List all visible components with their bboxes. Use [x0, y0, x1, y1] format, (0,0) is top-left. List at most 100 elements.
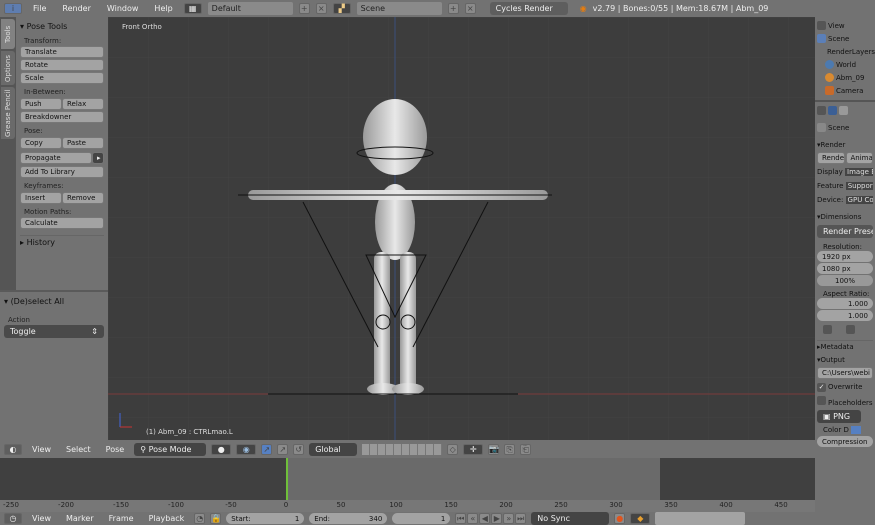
aspect-x-field[interactable]: 1.000	[817, 298, 873, 309]
border-checkbox[interactable]	[823, 325, 832, 334]
mode-select[interactable]: ⚲ Pose Mode	[134, 442, 207, 456]
layers-grid[interactable]	[362, 443, 443, 455]
propagate-button[interactable]: Propagate	[20, 152, 92, 164]
keying-icon[interactable]: ◆	[630, 513, 651, 524]
calculate-button[interactable]: Calculate	[20, 217, 104, 229]
outliner-item[interactable]: Scene	[817, 32, 873, 45]
outliner-view-menu[interactable]: View	[828, 22, 845, 30]
paste-pose-icon[interactable]: ⎗	[520, 443, 532, 455]
compression-slider[interactable]: Compression	[817, 436, 873, 447]
rotate-button[interactable]: Rotate	[20, 59, 104, 71]
timeline-menu-marker[interactable]: Marker	[61, 514, 99, 523]
properties-type-icon[interactable]	[817, 106, 826, 115]
end-frame-field[interactable]: End: 340	[309, 513, 388, 524]
timeline-menu-playback[interactable]: Playback	[144, 514, 190, 523]
editor-type-3d-icon[interactable]: ◐	[4, 443, 22, 455]
render-panel-header[interactable]: ▾ Render	[817, 138, 873, 151]
tab-options[interactable]: Options	[1, 51, 15, 85]
jump-start-icon[interactable]: ⏮	[455, 513, 467, 524]
resolution-x-field[interactable]: 1920 px	[817, 251, 873, 262]
deselect-all-header[interactable]: ▾ (De)select All	[4, 294, 104, 308]
remove-keyframe-button[interactable]: Remove	[62, 192, 104, 204]
render-button[interactable]: Render	[817, 152, 845, 164]
paste-button[interactable]: Paste	[62, 137, 104, 149]
delete-scene-icon[interactable]: ×	[464, 3, 476, 14]
current-frame-field[interactable]: 1	[392, 513, 451, 524]
pivot-icon[interactable]: ◉	[236, 443, 257, 455]
editor-type-info-icon[interactable]: i	[4, 3, 22, 14]
next-key-icon[interactable]: »	[503, 513, 515, 524]
play-reverse-icon[interactable]: ◀	[479, 513, 491, 524]
display-select[interactable]: Image Editor	[845, 168, 873, 176]
preview-range-icon[interactable]: ◔	[194, 513, 206, 524]
aspect-y-field[interactable]: 1.000	[817, 310, 873, 321]
overwrite-checkbox[interactable]: ✓	[817, 383, 826, 392]
render-icon[interactable]: 📷	[488, 443, 500, 455]
keying-set-field[interactable]	[655, 512, 746, 525]
device-select[interactable]: GPU Compute	[845, 196, 873, 204]
scale-button[interactable]: Scale	[20, 72, 104, 84]
jump-end-icon[interactable]: ⏭	[515, 513, 527, 524]
outliner-item[interactable]: Abm_09	[817, 71, 873, 84]
menu-file[interactable]: File	[28, 4, 51, 13]
output-path-field[interactable]: C:\Users\webi	[817, 367, 873, 379]
editor-type-timeline-icon[interactable]: ◷	[4, 513, 22, 524]
copy-pose-icon[interactable]: ⎘	[504, 443, 516, 455]
feature-select[interactable]: Supported	[845, 182, 873, 190]
record-icon[interactable]: ●	[614, 513, 626, 524]
menu-render[interactable]: Render	[57, 4, 95, 13]
menu-view[interactable]: View	[27, 445, 56, 454]
delete-layout-icon[interactable]: ×	[315, 3, 327, 14]
scene-icon[interactable]: ▞	[332, 3, 351, 14]
animation-button[interactable]: Animation	[845, 152, 873, 164]
3d-viewport[interactable]: Front Ortho (1) Abm_09 : CTRLmao.L	[108, 17, 815, 440]
resolution-percentage-field[interactable]: 100%	[817, 275, 873, 286]
translate-manipulator-icon[interactable]: ↗	[277, 443, 289, 455]
menu-window[interactable]: Window	[102, 4, 144, 13]
color-depth-8-button[interactable]	[851, 426, 862, 434]
prev-key-icon[interactable]: «	[467, 513, 479, 524]
layers-tab-icon[interactable]	[839, 106, 848, 115]
menu-select[interactable]: Select	[61, 445, 96, 454]
history-panel-header[interactable]: ▸ History	[20, 235, 104, 249]
render-engine-select[interactable]: Cycles Render	[489, 2, 568, 15]
tab-tools[interactable]: Tools	[1, 19, 15, 49]
current-frame-marker[interactable]	[286, 458, 288, 500]
timeline-area[interactable]	[0, 458, 815, 500]
outliner-item[interactable]: Camera	[817, 84, 873, 97]
start-frame-field[interactable]: Start: 1	[226, 513, 305, 524]
render-presets-select[interactable]: Render Presets	[817, 225, 873, 238]
outliner-item[interactable]: World	[817, 58, 873, 71]
lock-range-icon[interactable]: 🔒	[210, 513, 222, 524]
breakdowner-button[interactable]: Breakdowner	[20, 111, 104, 123]
relax-button[interactable]: Relax	[62, 98, 104, 110]
pin-icon[interactable]	[817, 123, 826, 132]
add-to-library-button[interactable]: Add To Library	[20, 166, 104, 178]
screen-layout-icon[interactable]: ▦	[183, 3, 202, 14]
render-tab-icon[interactable]	[828, 106, 837, 115]
dimensions-panel-header[interactable]: ▾ Dimensions	[817, 210, 873, 223]
placeholders-checkbox[interactable]	[817, 396, 826, 405]
output-panel-header[interactable]: ▾ Output	[817, 353, 873, 366]
menu-pose[interactable]: Pose	[101, 445, 130, 454]
outliner-item[interactable]: RenderLayers	[817, 45, 875, 58]
snap-icon[interactable]: ✛	[463, 443, 484, 455]
orientation-select[interactable]: Global	[309, 442, 358, 456]
resolution-y-field[interactable]: 1080 px	[817, 263, 873, 274]
add-layout-icon[interactable]: +	[298, 3, 310, 14]
shading-icon[interactable]: ●	[211, 443, 232, 455]
timeline-ruler[interactable]: -250 -200 -150 -100 -50 0 50 100 150 200 250 300 350…	[0, 500, 815, 512]
push-button[interactable]: Push	[20, 98, 62, 110]
rotate-manipulator-icon[interactable]: ↺	[293, 443, 305, 455]
translate-button[interactable]: Translate	[20, 46, 104, 58]
action-select[interactable]: Toggle ⇕	[4, 325, 104, 338]
add-scene-icon[interactable]: +	[447, 3, 459, 14]
crop-checkbox[interactable]	[846, 325, 855, 334]
layout-field[interactable]: Default	[207, 2, 293, 15]
play-icon[interactable]: ▶	[491, 513, 503, 524]
sync-select[interactable]: No Sync	[531, 512, 610, 525]
menu-help[interactable]: Help	[149, 4, 177, 13]
file-format-select[interactable]: ▣ PNG	[817, 410, 861, 423]
copy-button[interactable]: Copy	[20, 137, 62, 149]
outliner-type-icon[interactable]	[817, 21, 826, 30]
